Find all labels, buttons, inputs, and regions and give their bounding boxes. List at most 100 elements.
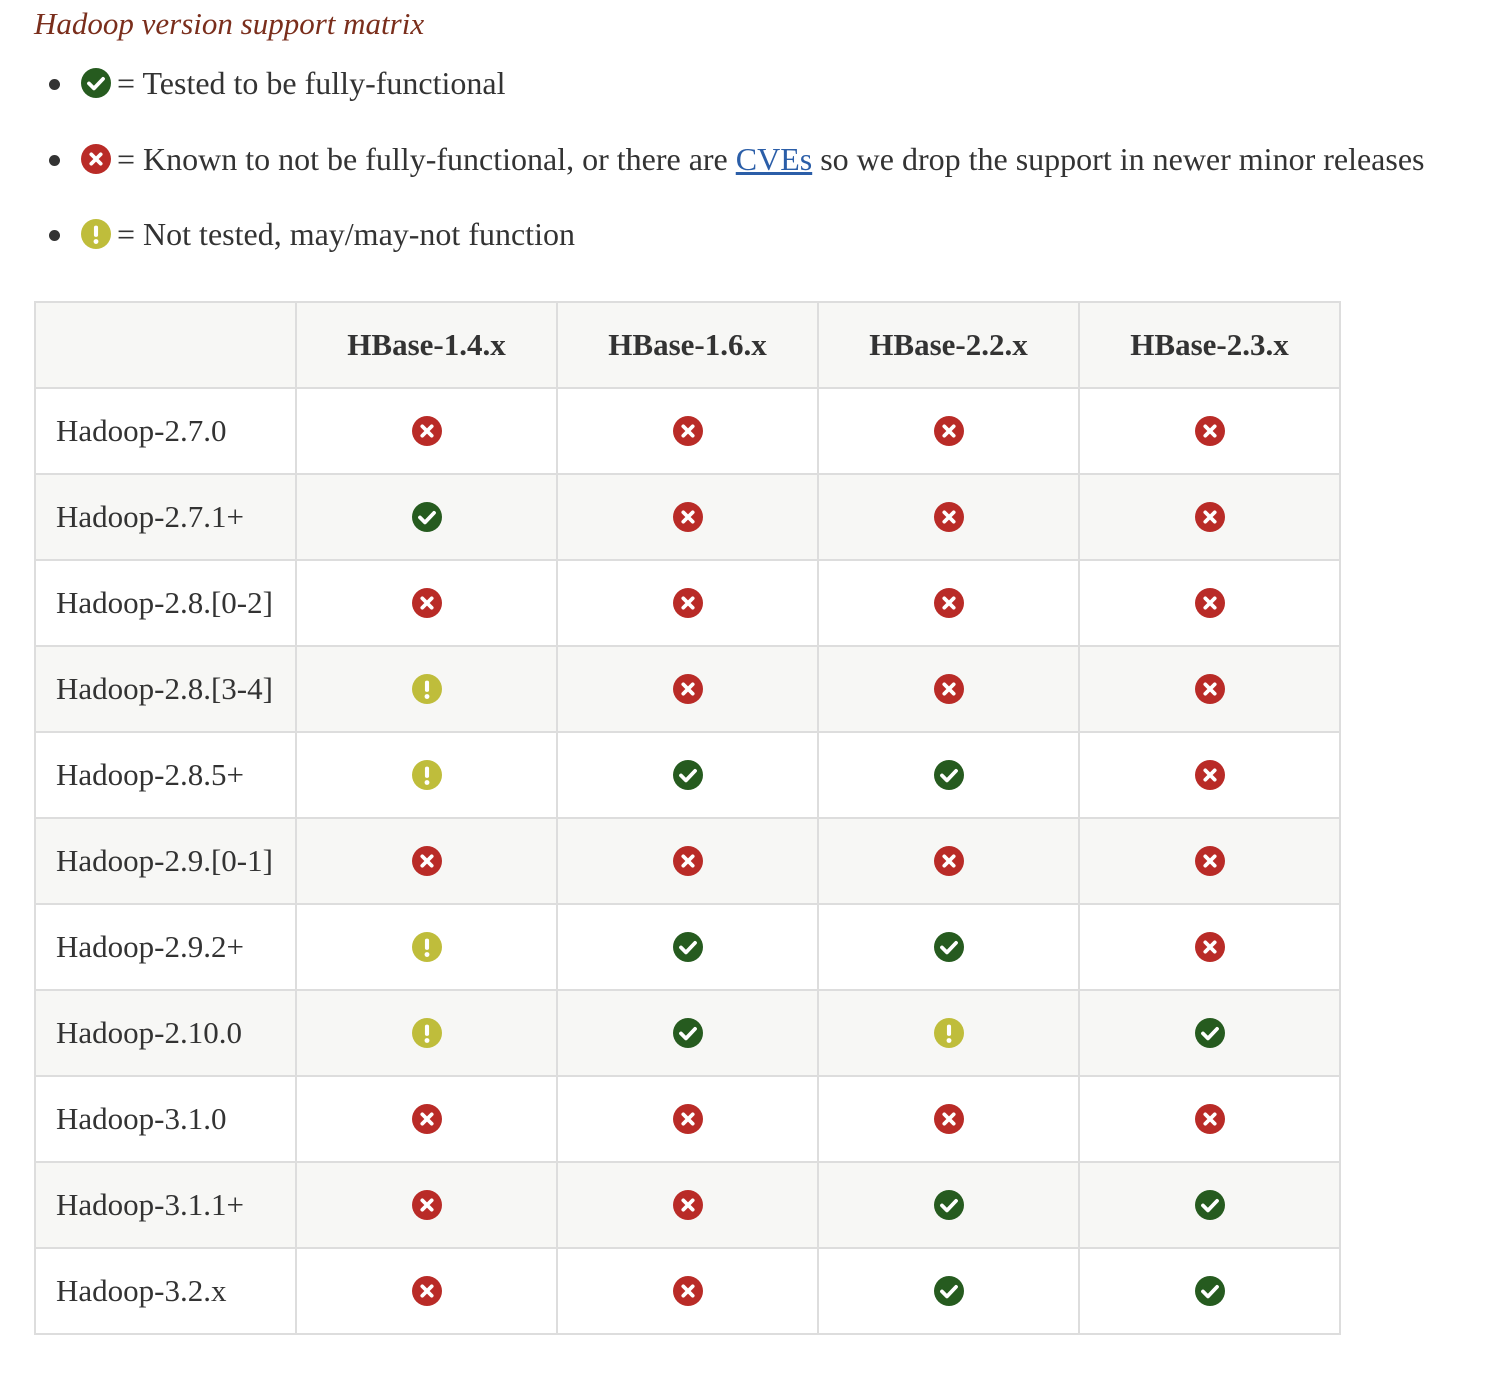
corner-header-cell [34, 301, 297, 389]
support-cell [295, 817, 558, 905]
support-cell [817, 903, 1080, 991]
support-cell [1078, 1247, 1341, 1335]
table-row: Hadoop-2.8.[3-4] [34, 645, 1341, 733]
support-cell [1078, 903, 1341, 991]
support-cell [817, 989, 1080, 1077]
row-label: Hadoop-2.10.0 [34, 989, 297, 1077]
support-cell [295, 1161, 558, 1249]
x-circle-icon [1194, 1104, 1225, 1134]
legend-text-tested: = Tested to be fully-functional [117, 65, 506, 101]
exclamation-circle-icon [81, 219, 111, 249]
row-label: Hadoop-2.7.0 [34, 387, 297, 475]
support-cell [1078, 817, 1341, 905]
x-circle-icon [672, 1104, 703, 1134]
support-cell [556, 1075, 819, 1163]
x-circle-icon [933, 588, 964, 618]
x-circle-icon [1194, 588, 1225, 618]
table-row: Hadoop-3.1.1+ [34, 1161, 1341, 1249]
x-circle-icon [672, 1190, 703, 1220]
x-circle-icon [672, 416, 703, 446]
row-label: Hadoop-2.8.[3-4] [34, 645, 297, 733]
x-circle-icon [1194, 416, 1225, 446]
x-circle-icon [411, 846, 442, 876]
column-header-hbase-2-3: HBase-2.3.x [1078, 301, 1341, 389]
x-circle-icon [672, 1276, 703, 1306]
row-label: Hadoop-3.2.x [34, 1247, 297, 1335]
legend-text-not-functional: = Known to not be fully-functional, or t… [117, 139, 1424, 179]
exclamation-circle-icon [411, 760, 442, 790]
support-cell [295, 387, 558, 475]
x-circle-icon [672, 502, 703, 532]
support-cell [556, 473, 819, 561]
x-circle-icon [933, 502, 964, 532]
row-label: Hadoop-2.9.[0-1] [34, 817, 297, 905]
support-cell [295, 645, 558, 733]
header-row: HBase-1.4.x HBase-1.6.x HBase-2.2.x HBas… [34, 301, 1341, 389]
check-circle-icon [933, 1276, 964, 1306]
x-circle-icon [933, 674, 964, 704]
x-circle-icon [933, 1104, 964, 1134]
x-circle-icon [411, 1104, 442, 1134]
x-circle-icon [411, 588, 442, 618]
support-cell [1078, 387, 1341, 475]
check-circle-icon [411, 502, 442, 532]
x-circle-icon [1194, 674, 1225, 704]
row-label: Hadoop-2.7.1+ [34, 473, 297, 561]
support-cell [817, 1075, 1080, 1163]
support-cell [1078, 989, 1341, 1077]
support-cell [556, 731, 819, 819]
exclamation-circle-icon [933, 1018, 964, 1048]
check-circle-icon [1194, 1276, 1225, 1306]
bullet [49, 79, 60, 90]
x-circle-icon [411, 1276, 442, 1306]
support-cell [1078, 645, 1341, 733]
support-cell [817, 731, 1080, 819]
legend-text-before: = Known to not be fully-functional, or t… [117, 141, 736, 177]
row-label: Hadoop-2.8.[0-2] [34, 559, 297, 647]
support-cell [295, 473, 558, 561]
support-cell [556, 1161, 819, 1249]
support-cell [295, 731, 558, 819]
table-row: Hadoop-2.8.5+ [34, 731, 1341, 819]
support-cell [817, 645, 1080, 733]
support-cell [295, 903, 558, 991]
row-label: Hadoop-2.9.2+ [34, 903, 297, 991]
x-circle-icon [81, 144, 111, 174]
support-cell [817, 559, 1080, 647]
x-circle-icon [933, 846, 964, 876]
check-circle-icon [1194, 1018, 1225, 1048]
x-circle-icon [933, 416, 964, 446]
check-circle-icon [672, 1018, 703, 1048]
support-cell [817, 473, 1080, 561]
support-cell [295, 559, 558, 647]
column-header-hbase-1-6: HBase-1.6.x [556, 301, 819, 389]
row-label: Hadoop-2.8.5+ [34, 731, 297, 819]
support-cell [1078, 1161, 1341, 1249]
support-cell [1078, 559, 1341, 647]
support-cell [556, 1247, 819, 1335]
bullet [49, 230, 60, 241]
legend-text-not-tested: = Not tested, may/may-not function [117, 216, 575, 252]
support-cell [556, 645, 819, 733]
legend-text-after: so we drop the support in newer minor re… [812, 141, 1425, 177]
exclamation-circle-icon [411, 932, 442, 962]
x-circle-icon [411, 416, 442, 446]
support-cell [817, 1247, 1080, 1335]
support-cell [556, 817, 819, 905]
x-circle-icon [1194, 846, 1225, 876]
support-cell [556, 559, 819, 647]
row-label: Hadoop-3.1.1+ [34, 1161, 297, 1249]
x-circle-icon [1194, 502, 1225, 532]
x-circle-icon [672, 846, 703, 876]
row-label: Hadoop-3.1.0 [34, 1075, 297, 1163]
table-row: Hadoop-2.8.[0-2] [34, 559, 1341, 647]
check-circle-icon [933, 932, 964, 962]
check-circle-icon [81, 68, 111, 98]
support-cell [295, 1247, 558, 1335]
x-circle-icon [411, 1190, 442, 1220]
table-body: Hadoop-2.7.0 Hadoop-2.7.1+ Hadoop-2.8.[0-2… [34, 387, 1341, 1335]
check-circle-icon [933, 760, 964, 790]
table-row: Hadoop-2.7.1+ [34, 473, 1341, 561]
cves-link[interactable]: CVEs [736, 141, 812, 177]
bullet [49, 155, 60, 166]
